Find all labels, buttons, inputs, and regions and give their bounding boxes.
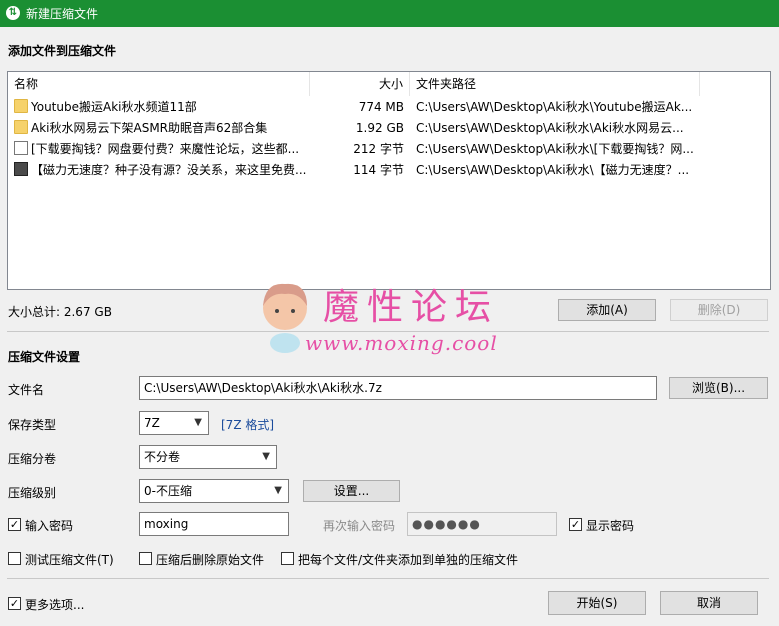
cancel-button[interactable]: 取消 (660, 591, 758, 615)
file-name: Youtube搬运Aki秋水频道11部 (31, 100, 197, 114)
start-button[interactable]: 开始(S) (548, 591, 646, 615)
each-separate-label: 把每个文件/文件夹添加到单独的压缩文件 (298, 553, 519, 567)
remove-button[interactable]: 删除(D) (670, 299, 768, 321)
file-path: C:\Users\AW\Desktop\Aki秋水\【磁力无速度？... (416, 163, 690, 177)
password-label: 输入密码 (25, 519, 74, 533)
show-password-checkbox[interactable]: ✓ (569, 518, 582, 531)
column-header-name[interactable]: 名称 (8, 72, 310, 96)
column-header-path[interactable]: 文件夹路径 (410, 72, 700, 96)
save-type-select[interactable]: 7Z ▼ (139, 411, 209, 435)
delete-after-label: 压缩后删除原始文件 (156, 553, 265, 567)
more-options-checkbox[interactable]: ✓ (8, 597, 21, 610)
settings-button[interactable]: 设置... (303, 480, 400, 502)
window-title: 新建压缩文件 (26, 7, 99, 21)
file-name: Aki秋水网易云下架ASMR助眠音声62部合集 (31, 121, 268, 135)
title-bar: ⇅ 新建压缩文件 (0, 0, 779, 27)
folder-icon (14, 120, 28, 134)
password-field[interactable]: moxing (139, 512, 289, 536)
level-value: 0-不压缩 (144, 484, 192, 498)
file-size: 774 MB (358, 100, 404, 114)
file-list[interactable]: 名称 大小 文件夹路径 Youtube搬运Aki秋水频道11部 774 MB C… (7, 71, 771, 290)
column-header-size[interactable]: 大小 (310, 72, 410, 96)
save-type-label: 保存类型 (8, 418, 57, 432)
file-size: 212 字节 (353, 142, 404, 156)
more-options-label: 更多选项... (25, 598, 85, 612)
watermark: 魔性论坛 www.moxing.cool (255, 276, 535, 356)
file-path: C:\Users\AW\Desktop\Aki秋水\[下载要掏钱？网... (416, 142, 694, 156)
level-label: 压缩级别 (8, 486, 57, 500)
chevron-down-icon: ▼ (194, 417, 202, 428)
divider (7, 578, 769, 579)
divider (7, 331, 769, 332)
list-item[interactable]: 【磁力无速度？种子没有源？没关系，来这里免费... 114 字节 C:\User… (8, 160, 708, 181)
filename-label: 文件名 (8, 383, 45, 397)
show-password-label: 显示密码 (586, 519, 635, 533)
file-size: 114 字节 (353, 163, 404, 177)
list-item[interactable]: Youtube搬运Aki秋水频道11部 774 MB C:\Users\AW\D… (8, 97, 708, 118)
split-select[interactable]: 不分卷 ▼ (139, 445, 277, 469)
chevron-down-icon: ▼ (262, 451, 270, 462)
file-size: 1.92 GB (355, 121, 404, 135)
level-select[interactable]: 0-不压缩 ▼ (139, 479, 289, 503)
document-icon (14, 141, 28, 155)
reenter-label: 再次输入密码 (323, 519, 396, 533)
settings-section-title: 压缩文件设置 (8, 350, 81, 364)
reenter-password-field[interactable]: ●●●●●● (407, 512, 557, 536)
split-label: 压缩分卷 (8, 452, 57, 466)
list-item[interactable]: [下载要掏钱？网盘要付费？来魔性论坛，这些都... 212 字节 C:\User… (8, 139, 708, 160)
file-path: C:\Users\AW\Desktop\Aki秋水\Aki秋水网易云... (416, 121, 684, 135)
each-separate-checkbox[interactable] (281, 552, 294, 565)
file-name: 【磁力无速度？种子没有源？没关系，来这里免费... (31, 163, 307, 177)
shortcut-icon (14, 162, 28, 176)
watermark-title: 魔性论坛 (323, 287, 500, 328)
total-size: 大小总计: 2.67 GB (8, 305, 112, 319)
test-archive-checkbox[interactable] (8, 552, 21, 565)
file-path: C:\Users\AW\Desktop\Aki秋水\Youtube搬运Ak... (416, 100, 693, 114)
watermark-url: www.moxing.cool (305, 331, 498, 355)
list-item[interactable]: Aki秋水网易云下架ASMR助眠音声62部合集 1.92 GB C:\Users… (8, 118, 708, 139)
delete-after-checkbox[interactable] (139, 552, 152, 565)
folder-icon (14, 99, 28, 113)
filename-field[interactable]: C:\Users\AW\Desktop\Aki秋水\Aki秋水.7z (139, 376, 657, 400)
save-type-value: 7Z (144, 416, 160, 430)
split-value: 不分卷 (144, 450, 181, 464)
password-checkbox[interactable]: ✓ (8, 518, 21, 531)
browse-button[interactable]: 浏览(B)... (669, 377, 768, 399)
app-icon: ⇅ (6, 6, 20, 20)
format-link[interactable]: [7Z 格式] (221, 416, 274, 433)
add-section-title: 添加文件到压缩文件 (8, 44, 117, 58)
file-name: [下载要掏钱？网盘要付费？来魔性论坛，这些都... (31, 142, 300, 156)
chevron-down-icon: ▼ (274, 485, 282, 496)
test-archive-label: 测试压缩文件(T) (25, 553, 114, 567)
add-button[interactable]: 添加(A) (558, 299, 656, 321)
